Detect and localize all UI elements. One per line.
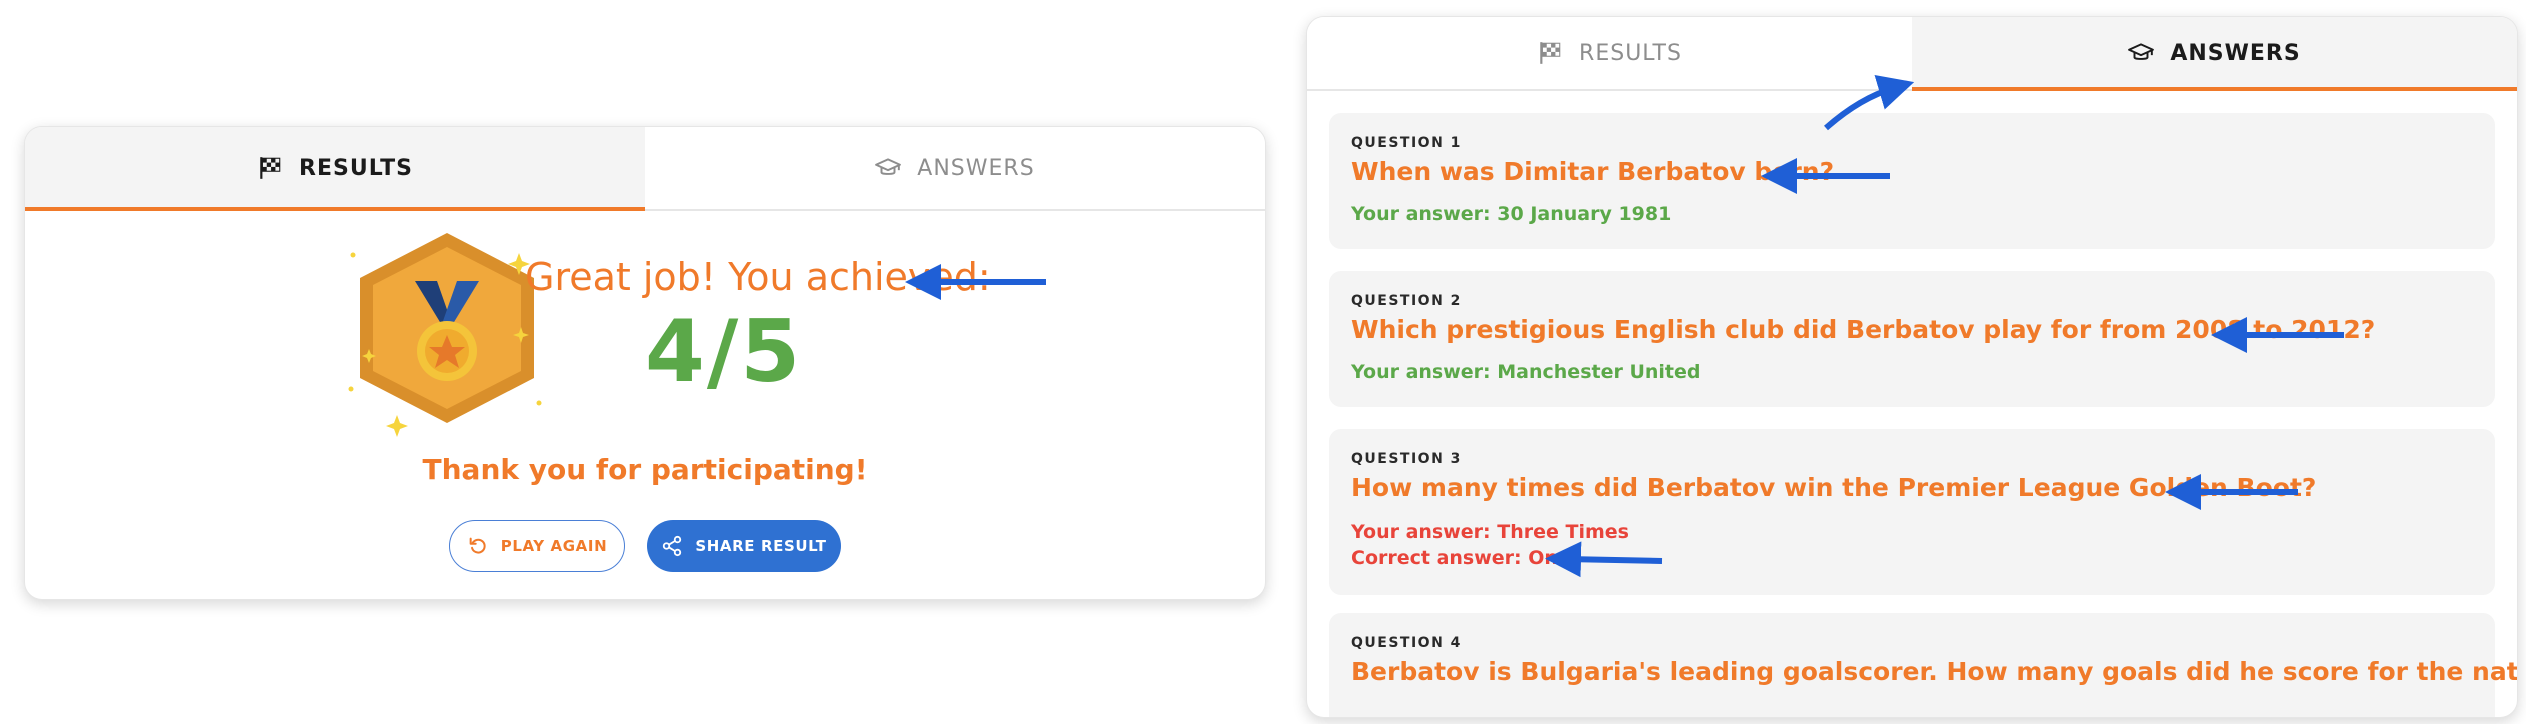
checkered-flag-icon — [260, 157, 281, 179]
tab-answers[interactable]: ANSWERS — [1912, 17, 2517, 91]
your-answer: Your answer: 30 January 1981 — [1351, 203, 1672, 225]
medal-badge-icon — [348, 233, 542, 437]
share-result-label: SHARE RESULT — [695, 537, 827, 555]
checkered-flag-icon — [1540, 42, 1561, 64]
question-number: QUESTION 2 — [1351, 293, 1462, 309]
result-headline: Great job! You achieved: — [525, 255, 991, 299]
tab-bar: RESULTS ANSWERS — [25, 127, 1265, 211]
question-card: QUESTION 2 Which prestigious English clu… — [1329, 271, 2495, 407]
correct-answer: Correct answer: Once — [1351, 547, 1583, 569]
results-card: RESULTS ANSWERS Great job! You achieved:… — [24, 126, 1266, 600]
tab-answers-label: ANSWERS — [2170, 40, 2301, 66]
result-score: 4/5 — [645, 302, 803, 402]
thanks-message: Thank you for participating! — [422, 453, 868, 486]
question-text: How many times did Berbatov win the Prem… — [1351, 473, 2317, 502]
share-icon — [663, 535, 682, 557]
share-result-button[interactable]: SHARE RESULT — [647, 520, 841, 572]
tab-results-label: RESULTS — [299, 155, 413, 181]
tab-bar: RESULTS ANSWERS — [1307, 17, 2517, 91]
tab-answers[interactable]: ANSWERS — [645, 127, 1265, 209]
question-text: Which prestigious English club did Berba… — [1351, 315, 2376, 344]
question-card: QUESTION 3 How many times did Berbatov w… — [1329, 429, 2495, 595]
your-answer: Your answer: Manchester United — [1351, 361, 1701, 383]
question-text: Berbatov is Bulgaria's leading goalscore… — [1351, 657, 2518, 686]
play-again-button[interactable]: PLAY AGAIN — [449, 520, 625, 572]
graduation-cap-icon — [875, 158, 902, 175]
tab-answers-label: ANSWERS — [917, 155, 1035, 181]
tab-results-label: RESULTS — [1579, 40, 1682, 66]
question-card: QUESTION 1 When was Dimitar Berbatov bor… — [1329, 113, 2495, 249]
tab-results[interactable]: RESULTS — [1307, 17, 1912, 89]
play-again-label: PLAY AGAIN — [500, 537, 608, 555]
question-card: QUESTION 4 Berbatov is Bulgaria's leadin… — [1329, 613, 2517, 717]
your-answer: Your answer: Three Times — [1351, 521, 1629, 543]
answers-card: RESULTS ANSWERS QUESTION 1 When was Dimi… — [1306, 16, 2518, 718]
tab-results[interactable]: RESULTS — [25, 127, 645, 211]
question-number: QUESTION 4 — [1351, 635, 1462, 651]
question-number: QUESTION 3 — [1351, 451, 1462, 467]
question-text: When was Dimitar Berbatov born? — [1351, 157, 1835, 186]
question-number: QUESTION 1 — [1351, 135, 1462, 151]
refresh-icon — [469, 537, 486, 554]
graduation-cap-icon — [2128, 43, 2155, 60]
